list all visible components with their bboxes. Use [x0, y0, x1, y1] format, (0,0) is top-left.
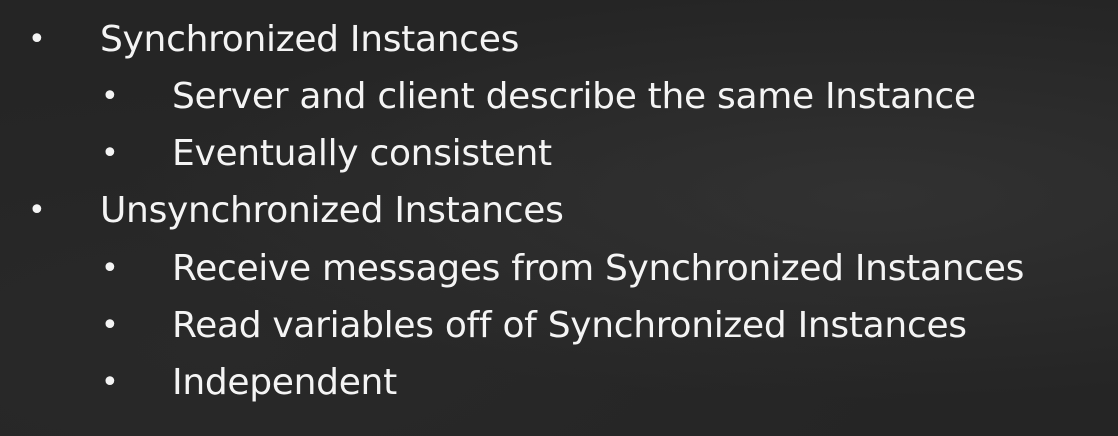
slide: • Synchronized Instances • Server and cl…: [0, 0, 1118, 436]
list-item-text: Server and client describe the same Inst…: [172, 76, 976, 117]
bullet-icon: •: [101, 136, 119, 171]
list-item-text: Unsynchronized Instances: [100, 190, 564, 231]
list-item-text: Read variables off of Synchronized Insta…: [172, 305, 967, 346]
bullet-icon: •: [101, 251, 119, 286]
list-item-text: Eventually consistent: [172, 133, 552, 174]
list-item-text: Independent: [172, 362, 397, 403]
list-item-text: Synchronized Instances: [100, 19, 520, 60]
list-item-text: Receive messages from Synchronized Insta…: [172, 248, 1025, 289]
bullet-icon: •: [101, 365, 119, 400]
bullet-icon: •: [28, 22, 46, 57]
bullet-icon: •: [28, 193, 46, 228]
bullet-icon: •: [101, 308, 119, 343]
bullet-icon: •: [101, 79, 119, 114]
